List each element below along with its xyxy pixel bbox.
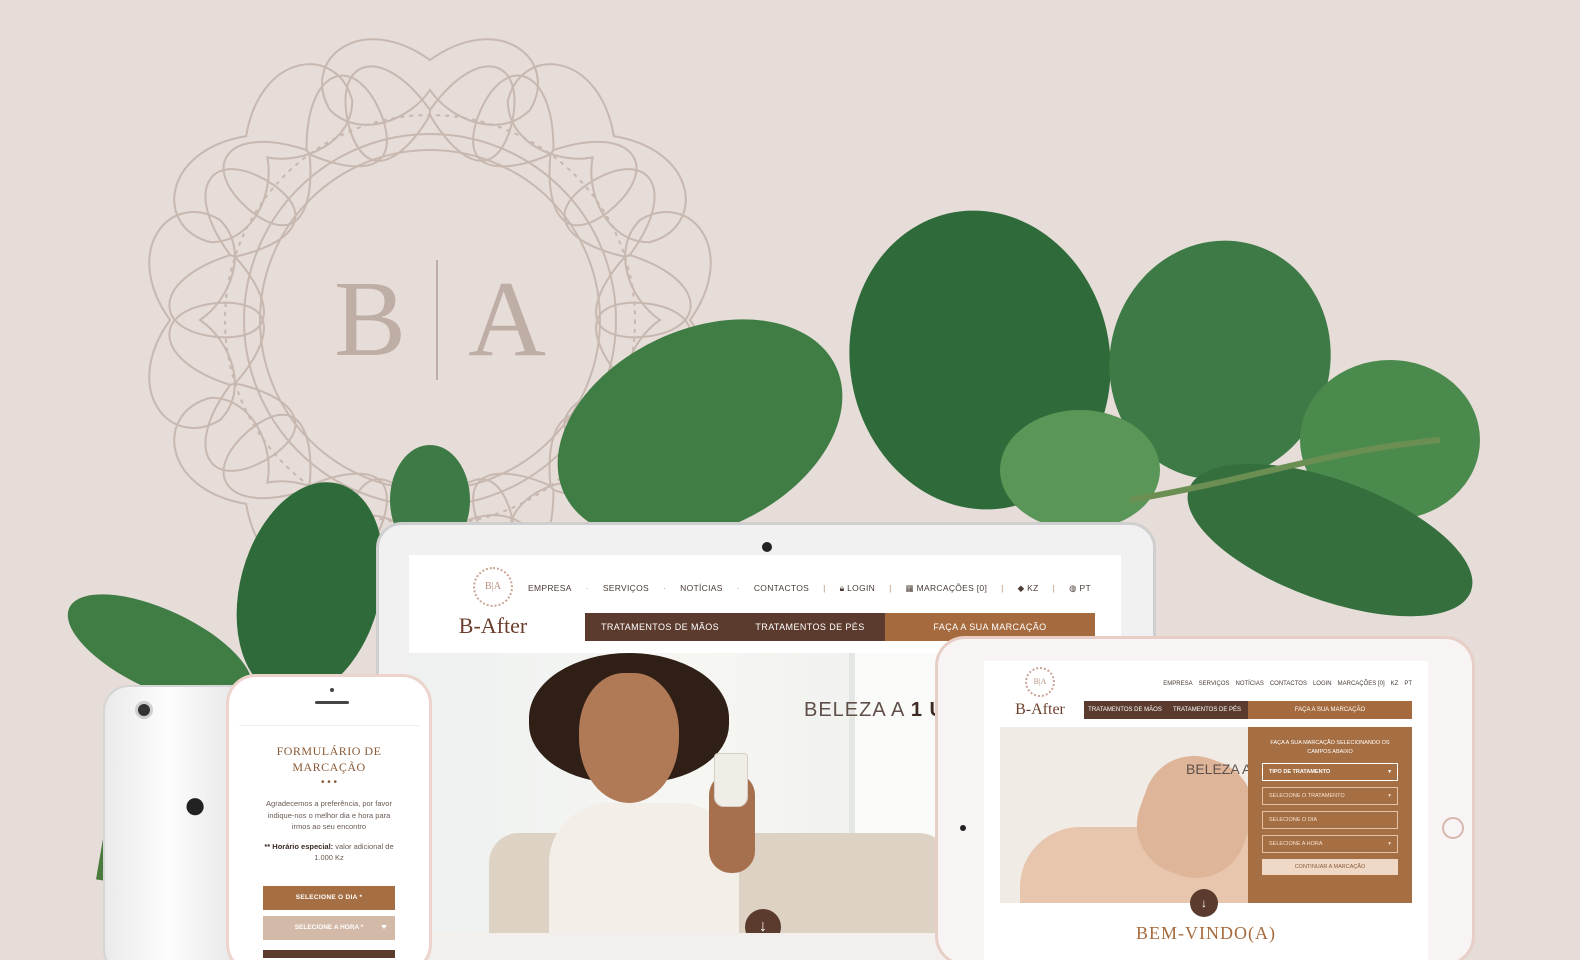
treatment-type-label: TIPO DE TRATAMENTO	[1269, 768, 1331, 775]
form-title-line1: FORMULÁRIO DE	[276, 744, 382, 758]
nav-marcacoes[interactable]: ▦ MARCAÇÕES [0]	[906, 583, 988, 594]
nav-login[interactable]: 🔒︎ LOGIN	[840, 583, 875, 594]
hero-headline-light: BELEZA A	[804, 699, 911, 721]
hero-mug	[714, 753, 748, 807]
nav-servicos[interactable]: SERVIÇOS	[603, 583, 649, 594]
nav-language[interactable]: ◍ PT	[1069, 583, 1091, 594]
title-dots: • • •	[320, 777, 338, 789]
phone-sensor	[330, 688, 334, 692]
nav-noticias[interactable]: NOTÍCIAS	[680, 583, 723, 594]
calendar-icon: ▦	[905, 583, 914, 593]
tab-hand-treatments[interactable]: TRATAMENTOS DE MÃOS	[1084, 701, 1166, 719]
chevron-down-icon: ▾	[1388, 768, 1391, 775]
top-nav: EMPRESA · SERVIÇOS · NOTÍCIAS · CONTACTO…	[528, 583, 1091, 594]
globe-icon: ◍	[1069, 583, 1077, 593]
monogram-a: A	[468, 260, 547, 379]
tab-foot-treatments[interactable]: TRATAMENTOS DE PÉS	[1166, 701, 1248, 719]
nav-empresa[interactable]: EMPRESA	[1163, 681, 1192, 687]
nav-contactos[interactable]: CONTACTOS	[754, 583, 809, 594]
tablet-screen: B|A B-After EMPRESA SERVIÇOS NOTÍCIAS CO…	[984, 661, 1428, 960]
nav-separator: |	[1052, 583, 1056, 593]
chevron-down-icon: ▾	[1388, 840, 1391, 847]
laptop-camera	[762, 542, 772, 552]
booking-intro: FAÇA A SUA MARCAÇÃO SELECIONANDO OS CAMP…	[1270, 740, 1390, 755]
tab-hand-treatments[interactable]: TRATAMENTOS DE MÃOS	[585, 613, 735, 641]
scroll-down-button[interactable]: ↓	[1190, 889, 1218, 917]
nav-marcacoes[interactable]: MARCAÇÕES [0]	[1338, 681, 1385, 687]
day-field[interactable]: SELECIONE O DIA	[1262, 810, 1398, 829]
nav-separator: ·	[585, 583, 589, 593]
hero-headline: BELEZA A	[1186, 761, 1252, 777]
select-hour-label: SELECIONE A HORA *	[294, 924, 364, 932]
phone-back-camera	[135, 701, 153, 719]
nav-language-label: PT	[1079, 583, 1091, 593]
nav-login[interactable]: LOGIN	[1313, 681, 1332, 687]
form-title: FORMULÁRIO DE MARCAÇÃO	[239, 744, 419, 775]
treatment-label: SELECIONE O TRATAMENTO	[1269, 792, 1345, 799]
continue-booking-button[interactable]: CONTINUAR A MARCAÇÃO	[1262, 858, 1398, 875]
phone-mockup: FORMULÁRIO DE MARCAÇÃO • • • Agradecemos…	[226, 674, 432, 960]
nav-currency[interactable]: KZ	[1391, 681, 1399, 687]
nav-noticias[interactable]: NOTÍCIAS	[1236, 681, 1264, 687]
monogram-divider	[436, 260, 439, 380]
phone-screen: FORMULÁRIO DE MARCAÇÃO • • • Agradecemos…	[239, 725, 419, 960]
booking-form: FAÇA A SUA MARCAÇÃO SELECIONANDO OS CAMP…	[1248, 727, 1412, 903]
next-section-bar	[263, 949, 395, 958]
lock-icon: 🔒︎	[839, 583, 845, 593]
tab-booking[interactable]: FAÇA A SUA MARCAÇÃO	[1248, 701, 1412, 719]
showcase-stage: B A B|A B-After EMPRESA · SERVIÇOS · NOT…	[0, 0, 1580, 960]
brand-seal-icon: B|A	[1025, 667, 1055, 697]
nav-contactos[interactable]: CONTACTOS	[1270, 681, 1307, 687]
nav-separator: |	[1001, 583, 1004, 593]
nav-separator: ·	[663, 583, 667, 593]
select-hour-dropdown[interactable]: SELECIONE A HORA *	[263, 915, 395, 940]
select-day-button[interactable]: SELECIONE O DIA *	[263, 885, 395, 910]
nav-separator: |	[823, 583, 826, 593]
special-hours-note: ** Horário especial: valor adicional de …	[259, 841, 399, 864]
tablet-camera	[960, 825, 966, 831]
treatment-type-select[interactable]: TIPO DE TRATAMENTO ▾	[1262, 762, 1398, 781]
nav-currency-label: KZ	[1027, 583, 1039, 593]
apple-logo-icon: ●	[183, 783, 208, 827]
day-label: SELECIONE O DIA	[1269, 816, 1317, 823]
treatment-select[interactable]: SELECIONE O TRATAMENTO ▾	[1262, 786, 1398, 805]
special-hours-label: ** Horário especial:	[264, 842, 334, 852]
main-nav: TRATAMENTOS DE MÃOS TRATAMENTOS DE PÉS F…	[1084, 701, 1412, 719]
brand-seal-icon: B|A	[473, 567, 513, 607]
form-description: Agradecemos a preferência, por favor ind…	[266, 799, 392, 832]
nav-separator: ·	[736, 583, 740, 593]
monogram-b: B	[333, 260, 407, 379]
site-logo[interactable]: B|A B-After	[453, 567, 533, 639]
nav-servicos[interactable]: SERVIÇOS	[1199, 681, 1230, 687]
nav-marcacoes-label: MARCAÇÕES [0]	[916, 583, 988, 593]
top-nav: EMPRESA SERVIÇOS NOTÍCIAS CONTACTOS LOGI…	[1163, 681, 1412, 687]
seal-text: B|A	[485, 581, 501, 592]
hour-select[interactable]: SELECIONE A HORA ▾	[1262, 834, 1398, 853]
brand-name: B-After	[458, 613, 528, 638]
tag-icon: ◆	[1017, 583, 1025, 593]
tab-foot-treatments[interactable]: TRATAMENTOS DE PÉS	[735, 613, 885, 641]
nav-separator: |	[889, 583, 892, 593]
hero-woman-face	[579, 673, 679, 803]
chevron-down-icon	[381, 924, 387, 929]
tablet-home-button	[1442, 817, 1464, 839]
site-logo[interactable]: B|A B-After	[1008, 667, 1072, 719]
brand-monogram: B A	[310, 250, 570, 390]
nav-login-label: LOGIN	[847, 583, 876, 593]
nav-currency[interactable]: ◆ KZ	[1018, 583, 1039, 594]
hour-label: SELECIONE A HORA	[1269, 840, 1323, 847]
phone-speaker	[315, 701, 349, 704]
nav-empresa[interactable]: EMPRESA	[528, 583, 572, 594]
tablet-mockup: B|A B-After EMPRESA SERVIÇOS NOTÍCIAS CO…	[935, 636, 1475, 960]
chevron-down-icon: ▾	[1388, 792, 1391, 799]
nav-language[interactable]: PT	[1404, 681, 1412, 687]
brand-name: B-After	[1015, 701, 1065, 718]
welcome-heading: BEM-VINDO(A)	[1136, 923, 1276, 943]
seal-text: B|A	[1033, 677, 1047, 686]
form-title-line2: MARCAÇÃO	[292, 759, 366, 774]
